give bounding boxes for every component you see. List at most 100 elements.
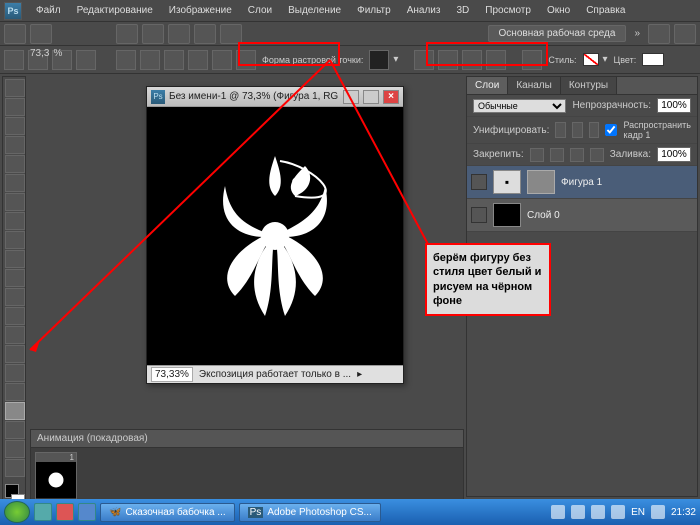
- tray-icon[interactable]: [591, 505, 605, 519]
- custom-shape-picker[interactable]: [369, 50, 389, 70]
- type-tool[interactable]: [5, 364, 25, 382]
- brush-tool[interactable]: [5, 212, 25, 230]
- tray-icon[interactable]: [651, 505, 665, 519]
- animation-frame-1[interactable]: 1 0 сек.: [35, 452, 77, 500]
- document-canvas[interactable]: [147, 107, 403, 365]
- wand-tool[interactable]: [5, 136, 25, 154]
- heal-tool[interactable]: [5, 193, 25, 211]
- blend-mode-select[interactable]: Обычные: [473, 99, 566, 113]
- lasso-tool[interactable]: [5, 117, 25, 135]
- hand-tool[interactable]: [5, 440, 25, 458]
- quicklaunch-2[interactable]: [56, 503, 74, 521]
- ellipse-shape-button[interactable]: [164, 50, 184, 70]
- gradient-tool[interactable]: [5, 288, 25, 306]
- zoom-button[interactable]: [142, 24, 164, 44]
- lock-all-button[interactable]: [590, 148, 604, 162]
- menu-window[interactable]: Окно: [539, 2, 578, 19]
- eraser-tool[interactable]: [5, 269, 25, 287]
- propagate-checkbox[interactable]: [605, 124, 617, 136]
- tray-icon[interactable]: [571, 505, 585, 519]
- unify-pos-button[interactable]: [555, 122, 566, 138]
- minimize-button[interactable]: [343, 90, 359, 104]
- start-button[interactable]: [4, 501, 30, 523]
- vector-mask-thumb[interactable]: [527, 170, 555, 194]
- workspace-switcher[interactable]: Основная рабочая среда: [488, 25, 627, 42]
- menu-edit[interactable]: Редактирование: [69, 2, 161, 19]
- launch-bridge-button[interactable]: [4, 24, 26, 44]
- menu-view[interactable]: Просмотр: [477, 2, 539, 19]
- csline-button[interactable]: [648, 24, 670, 44]
- screen-mode-button[interactable]: [220, 24, 242, 44]
- tab-paths[interactable]: Контуры: [561, 77, 617, 94]
- menu-image[interactable]: Изображение: [161, 2, 240, 19]
- layer-name[interactable]: Фигура 1: [561, 177, 602, 188]
- layer-figura1[interactable]: ▪ Фигура 1: [467, 166, 697, 199]
- menu-layer[interactable]: Слои: [240, 2, 280, 19]
- lock-trans-button[interactable]: [530, 148, 544, 162]
- quicklaunch-1[interactable]: [34, 503, 52, 521]
- layer-sloy0[interactable]: Слой 0: [467, 199, 697, 232]
- menu-analysis[interactable]: Анализ: [399, 2, 449, 19]
- more-workspace-icon[interactable]: »: [630, 28, 644, 39]
- menu-filter[interactable]: Фильтр: [349, 2, 399, 19]
- combine-add-button[interactable]: [414, 50, 434, 70]
- crop-tool[interactable]: [5, 155, 25, 173]
- hand-button[interactable]: [116, 24, 138, 44]
- combine-sub-button[interactable]: [438, 50, 458, 70]
- tab-channels[interactable]: Каналы: [508, 77, 561, 94]
- arrange-button[interactable]: [194, 24, 216, 44]
- menu-select[interactable]: Выделение: [280, 2, 349, 19]
- lock-pos-button[interactable]: [570, 148, 584, 162]
- line-shape-button[interactable]: [212, 50, 232, 70]
- tray-icon[interactable]: [551, 505, 565, 519]
- zoom-tool[interactable]: [5, 459, 25, 477]
- lock-pix-button[interactable]: [550, 148, 564, 162]
- opacity-value[interactable]: 100%: [657, 98, 691, 113]
- threed-tool[interactable]: [5, 421, 25, 439]
- combine-int-button[interactable]: [462, 50, 482, 70]
- clock[interactable]: 21:32: [671, 507, 696, 518]
- quicklaunch-3[interactable]: [78, 503, 96, 521]
- doc-zoom[interactable]: 73,33%: [151, 367, 193, 382]
- close-button[interactable]: ×: [383, 90, 399, 104]
- tool-preset-button[interactable]: [4, 50, 24, 70]
- color-swatch[interactable]: [642, 53, 664, 66]
- stamp-tool[interactable]: [5, 231, 25, 249]
- history-brush-tool[interactable]: [5, 250, 25, 268]
- style-picker[interactable]: [583, 53, 599, 66]
- move-tool[interactable]: [5, 79, 25, 97]
- fill-value[interactable]: 100%: [657, 147, 691, 162]
- unify-vis-button[interactable]: [572, 122, 583, 138]
- marquee-tool[interactable]: [5, 98, 25, 116]
- language-indicator[interactable]: EN: [631, 507, 645, 518]
- combine-excl-button[interactable]: [486, 50, 506, 70]
- visibility-toggle[interactable]: [471, 174, 487, 190]
- visibility-toggle[interactable]: [471, 207, 487, 223]
- zoom-value[interactable]: 73,3: [30, 48, 49, 59]
- blur-tool[interactable]: [5, 307, 25, 325]
- pen-tool[interactable]: [5, 345, 25, 363]
- custom-shape-tool[interactable]: [5, 402, 25, 420]
- layer-thumb[interactable]: ▪: [493, 170, 521, 194]
- unify-style-button[interactable]: [589, 122, 600, 138]
- task-photoshop[interactable]: PsAdobe Photoshop CS...: [239, 503, 381, 522]
- menu-file[interactable]: Файл: [28, 2, 69, 19]
- csline2-button[interactable]: [674, 24, 696, 44]
- extras-button[interactable]: [30, 24, 52, 44]
- task-butterfly[interactable]: 🦋Сказочная бабочка ...: [100, 503, 235, 522]
- link-button[interactable]: [522, 50, 542, 70]
- maximize-button[interactable]: [363, 90, 379, 104]
- rotate-button[interactable]: [168, 24, 190, 44]
- path-select-tool[interactable]: [5, 383, 25, 401]
- tab-layers[interactable]: Слои: [467, 77, 508, 94]
- custom-shape-button[interactable]: [236, 50, 256, 70]
- rect-shape-button[interactable]: [116, 50, 136, 70]
- menu-help[interactable]: Справка: [578, 2, 633, 19]
- eyedropper-tool[interactable]: [5, 174, 25, 192]
- fill-pixels-button[interactable]: [76, 50, 96, 70]
- menu-3d[interactable]: 3D: [448, 2, 477, 19]
- layer-name[interactable]: Слой 0: [527, 210, 560, 221]
- tray-icon[interactable]: [611, 505, 625, 519]
- layer-thumb[interactable]: [493, 203, 521, 227]
- roundrect-shape-button[interactable]: [140, 50, 160, 70]
